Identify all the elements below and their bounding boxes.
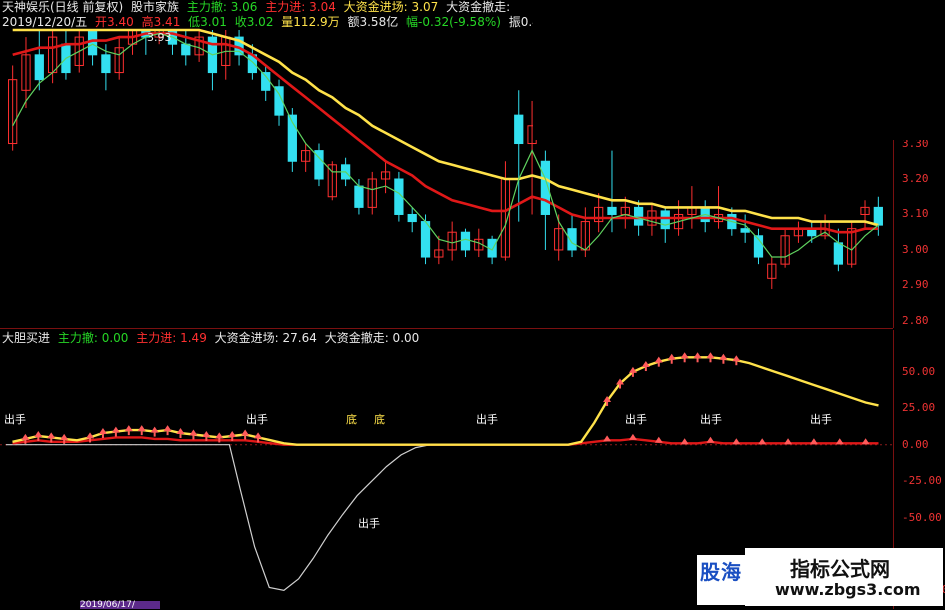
occlusion-middle <box>236 280 708 328</box>
buy-arrow-stem <box>89 438 92 443</box>
buy-arrow-stem <box>114 432 117 437</box>
buy-arrow-marker <box>176 428 185 435</box>
bottom-date: 2019/06/17/ <box>80 601 160 610</box>
buy-arrow-marker <box>680 352 689 359</box>
buy-arrow-stem <box>63 439 66 444</box>
buy-arrow-marker <box>784 438 793 445</box>
signal-bottom-2: 底 <box>374 413 385 426</box>
buy-arrow-stem <box>218 438 221 443</box>
buy-arrow-stem <box>153 432 156 437</box>
buy-arrow-marker <box>654 356 663 363</box>
buy-arrow-marker <box>719 353 728 360</box>
buy-arrow-marker <box>21 433 30 440</box>
candle-body <box>420 221 431 258</box>
buy-arrow-stem <box>606 402 609 406</box>
watermark-title: 指标公式网 <box>790 557 890 581</box>
signal-sell-7: 出手 <box>358 517 380 530</box>
signal-bottom-1: 底 <box>346 413 357 426</box>
candle-body <box>633 206 644 226</box>
buy-arrow-marker <box>34 430 43 437</box>
buy-arrow-stem <box>631 372 634 377</box>
signal-sell-6: 出手 <box>810 413 832 426</box>
candle-body <box>101 54 111 74</box>
buy-arrow-stem <box>205 436 208 441</box>
buy-arrow-stem <box>231 436 234 441</box>
buy-arrow-marker <box>189 429 198 436</box>
buy-arrow-stem <box>257 438 260 443</box>
buy-arrow-marker <box>98 428 107 435</box>
signal-sell-1: 出手 <box>4 413 26 426</box>
buy-arrow-stem <box>101 434 104 439</box>
buy-arrow-marker <box>163 425 172 432</box>
buy-arrow-marker <box>150 426 159 433</box>
buy-arrow-marker <box>732 355 741 362</box>
buy-arrow-marker <box>654 436 663 443</box>
buy-arrow-marker <box>60 433 69 440</box>
buy-arrow-marker <box>47 432 56 439</box>
buy-arrow-marker <box>693 352 702 359</box>
buy-arrow-marker <box>241 429 250 436</box>
candle-body <box>873 206 883 226</box>
candle-body <box>660 210 670 230</box>
signal-sell-2: 出手 <box>246 413 268 426</box>
buy-arrow-marker <box>680 438 689 445</box>
buy-arrow-marker <box>215 432 224 439</box>
buy-arrow-stem <box>657 362 660 367</box>
buy-arrow-stem <box>37 436 40 441</box>
candle-body <box>514 114 524 145</box>
buy-arrow-marker <box>706 436 715 443</box>
buy-arrow-stem <box>683 358 686 363</box>
buy-arrow-stem <box>619 384 622 389</box>
buy-arrow-stem <box>644 367 647 372</box>
candle-body <box>833 242 844 265</box>
candle-body <box>460 231 471 251</box>
buy-arrow-stem <box>244 435 247 440</box>
buy-arrow-marker <box>667 353 676 360</box>
signal-sell-3: 出手 <box>476 413 498 426</box>
buy-arrow-marker <box>603 435 612 442</box>
buy-arrow-marker <box>628 433 637 440</box>
buy-arrow-stem <box>722 359 725 364</box>
buy-arrow-marker <box>137 425 146 432</box>
candle-body <box>34 54 44 81</box>
buy-arrow-marker <box>202 430 211 437</box>
buy-arrow-stem <box>127 431 130 436</box>
buy-arrow-marker <box>124 425 133 432</box>
buy-arrow-marker <box>706 352 715 359</box>
buy-arrow-marker <box>861 438 870 445</box>
occlusion-top-right <box>533 0 945 140</box>
buy-arrow-stem <box>709 358 712 363</box>
buy-arrow-stem <box>670 359 673 364</box>
buy-arrow-stem <box>735 361 738 366</box>
buy-arrow-stem <box>50 438 53 443</box>
buy-arrow-marker <box>111 426 120 433</box>
buy-arrow-stem <box>166 431 169 436</box>
buy-arrow-stem <box>696 358 699 363</box>
watermark-url: www.zbgs3.com <box>775 580 921 599</box>
buy-arrow-marker <box>835 438 844 445</box>
candle-body <box>740 228 750 233</box>
candle-body <box>407 213 417 223</box>
buy-arrow-marker <box>758 438 767 445</box>
buy-arrow-stem <box>192 435 195 440</box>
buy-arrow-marker <box>228 430 237 437</box>
buy-arrow-stem <box>140 431 143 436</box>
buy-arrow-stem <box>179 434 182 439</box>
candle-body <box>354 185 364 208</box>
candle-body <box>607 206 617 215</box>
signal-sell-4: 出手 <box>625 413 647 426</box>
signal-sell-5: 出手 <box>700 413 722 426</box>
candle-body <box>181 43 191 56</box>
peak-label: 3.93 <box>147 31 172 44</box>
buy-arrow-marker <box>809 438 818 445</box>
buy-arrow-marker <box>254 432 263 439</box>
watermark-brand: 股海 <box>700 560 742 584</box>
buy-arrow-marker <box>732 438 741 445</box>
buy-arrow-stem <box>24 439 27 444</box>
